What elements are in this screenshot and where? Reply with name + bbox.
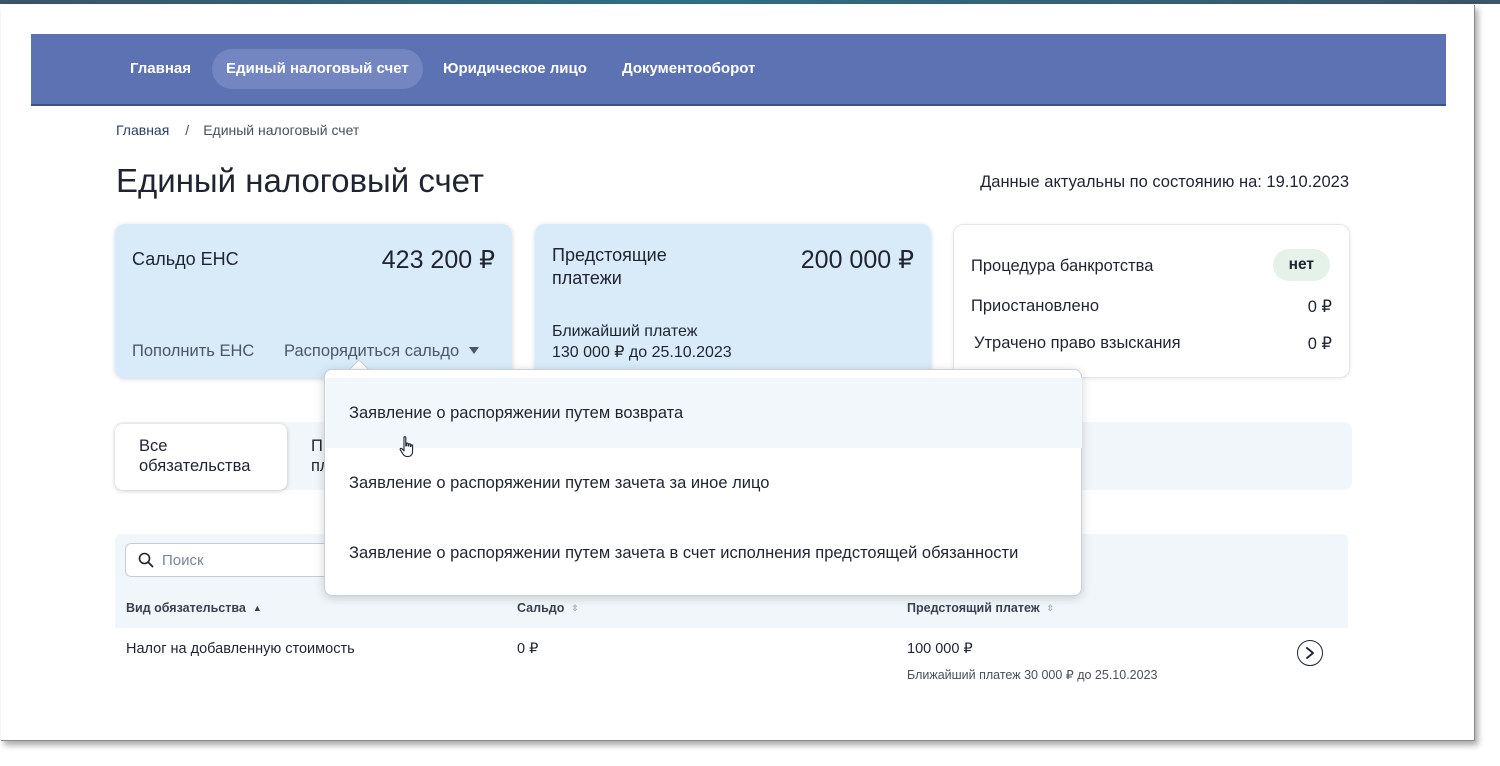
dispose-balance-label: Распорядиться сальдо — [284, 342, 460, 360]
nav-item-document-flow[interactable]: Документооборот — [608, 49, 769, 89]
upcoming-label-line2: платежи — [552, 268, 622, 288]
caret-down-icon — [469, 347, 480, 354]
suspended-row: Приостановлено 0 ₽ — [971, 297, 1332, 316]
nav-item-legal-entity[interactable]: Юридическое лицо — [429, 49, 601, 89]
chevron-right-icon — [1306, 647, 1314, 659]
lost-right-value: 0 ₽ — [1307, 335, 1332, 353]
account-status-card: Процедура банкротства нет Приостановлено… — [953, 224, 1350, 378]
breadcrumb: Главная / Единый налоговый счет — [116, 122, 359, 138]
menu-item-refund[interactable]: Заявление о распоряжении путем возврата — [326, 378, 1082, 448]
column-header-upcoming[interactable]: Предстоящий платеж ⇳ — [907, 601, 1054, 615]
upcoming-payments-amount: 200 000 ₽ — [800, 246, 914, 274]
menu-item-offset-other-person-label: Заявление о распоряжении путем зачета за… — [349, 474, 770, 492]
upcoming-label-line1: Предстоящие — [552, 245, 667, 265]
column-header-balance-label: Сальдо — [517, 601, 565, 615]
tab-all-line1: Все — [139, 437, 168, 455]
lost-right-label: Утрачено право взыскания — [974, 334, 1181, 352]
sort-icon: ⇳ — [1046, 603, 1055, 613]
dispose-balance-menu: Заявление о распоряжении путем возврата … — [324, 369, 1082, 596]
breadcrumb-home-link[interactable]: Главная — [116, 122, 169, 138]
top-navigation: Главная Единый налоговый счет Юридическо… — [31, 34, 1446, 106]
cell-upcoming-sub: Ближайший платеж 30 000 ₽ до 25.10.2023 — [907, 668, 1158, 682]
breadcrumb-separator: / — [185, 122, 190, 138]
dispose-balance-dropdown[interactable]: Распорядиться сальдо — [284, 342, 480, 361]
column-header-type-label: Вид обязательства — [126, 601, 246, 615]
status-badge: нет — [1272, 249, 1330, 281]
bankruptcy-label: Процедура банкротства — [971, 257, 1154, 275]
search-field[interactable] — [125, 543, 340, 577]
tab-second-line1: П — [311, 437, 323, 455]
column-header-balance[interactable]: Сальдо ⇳ — [517, 601, 579, 615]
nav-item-single-tax-account[interactable]: Единый налоговый счет — [212, 49, 423, 89]
lost-right-row: Утрачено право взыскания 0 ₽ — [974, 334, 1332, 353]
bankruptcy-row: Процедура банкротства нет — [971, 249, 1332, 281]
suspended-value: 0 ₽ — [1307, 298, 1332, 316]
cell-upcoming: 100 000 ₽ — [907, 641, 973, 657]
nav-item-home[interactable]: Главная — [116, 49, 205, 89]
tab-all-obligations[interactable]: Все обязательства — [115, 424, 287, 490]
menu-item-refund-label: Заявление о распоряжении путем возврата — [349, 404, 684, 422]
upcoming-payments-label: Предстоящие платежи — [552, 244, 667, 290]
sort-asc-icon: ▲ — [252, 603, 262, 613]
balance-label: Сальдо ЕНС — [132, 249, 239, 269]
hand-pointer-cursor-icon — [399, 436, 414, 458]
sort-icon: ⇳ — [571, 603, 579, 613]
window-top-strip — [0, 0, 1500, 4]
data-actual-date: Данные актуальны по состоянию на: 19.10.… — [980, 173, 1349, 191]
tab-second-line2: пл — [311, 457, 325, 475]
balance-amount: 423 200 ₽ — [381, 246, 495, 274]
search-input[interactable] — [162, 544, 332, 576]
row-open-button[interactable] — [1297, 640, 1323, 666]
breadcrumb-current: Единый налоговый счет — [203, 122, 360, 138]
column-header-type[interactable]: Вид обязательства ▲ — [126, 601, 262, 615]
menu-item-offset-future-obligation-label: Заявление о распоряжении путем зачета в … — [349, 544, 1019, 562]
cell-balance: 0 ₽ — [517, 641, 539, 657]
suspended-label: Приостановлено — [971, 297, 1099, 315]
menu-item-offset-other-person[interactable]: Заявление о распоряжении путем зачета за… — [326, 448, 1082, 518]
search-icon — [138, 552, 154, 568]
page-title: Единый налоговый счет — [116, 162, 485, 199]
balance-card: Сальдо ЕНС 423 200 ₽ Пополнить ЕНС Распо… — [115, 224, 512, 378]
upcoming-payments-card: Предстоящие платежи 200 000 ₽ Ближайший … — [535, 224, 931, 378]
tab-all-line2: обязательства — [139, 457, 251, 475]
column-header-upcoming-label: Предстоящий платеж — [907, 601, 1040, 615]
tab-upcoming-payments[interactable]: П пл — [311, 436, 325, 476]
nearest-payment-value: 130 000 ₽ до 25.10.2023 — [552, 344, 732, 361]
cell-type: Налог на добавленную стоимость — [126, 641, 355, 657]
menu-item-offset-future-obligation[interactable]: Заявление о распоряжении путем зачета в … — [326, 518, 1082, 588]
topup-ens-link[interactable]: Пополнить ЕНС — [132, 342, 254, 361]
nearest-payment-label: Ближайший платеж — [552, 323, 698, 340]
